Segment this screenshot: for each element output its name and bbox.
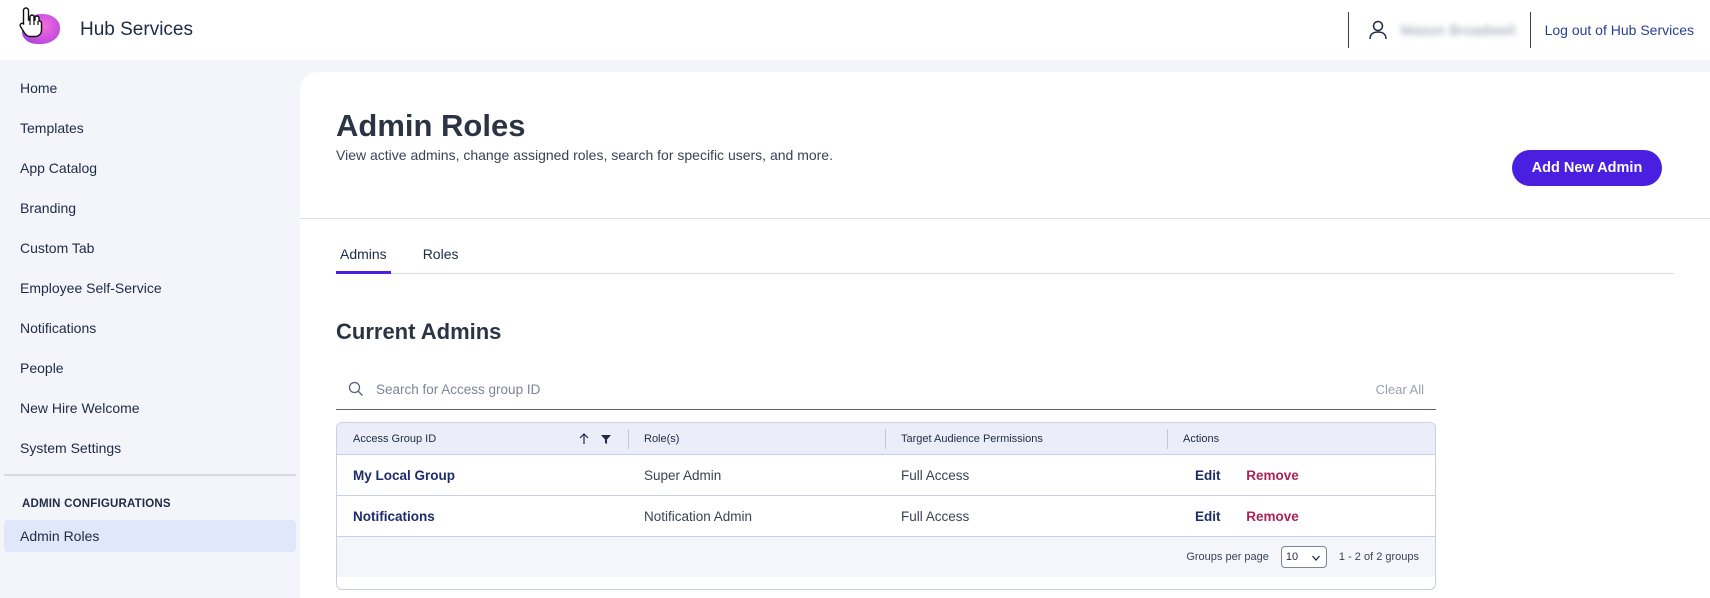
sort-ascending-icon[interactable] bbox=[578, 432, 590, 445]
top-bar: Hub Services Mason Broadwell Log out of … bbox=[0, 0, 1710, 60]
user-menu[interactable]: Mason Broadwell bbox=[1349, 19, 1530, 41]
sidebar-item-system-settings[interactable]: System Settings bbox=[0, 428, 300, 468]
tab-admins[interactable]: Admins bbox=[336, 244, 391, 274]
user-name: Mason Broadwell bbox=[1400, 22, 1516, 38]
search-bar: Clear All bbox=[336, 369, 1436, 410]
column-header-actions: Actions bbox=[1167, 423, 1435, 455]
permissions-cell: Full Access bbox=[901, 467, 970, 483]
permissions-cell: Full Access bbox=[901, 508, 970, 524]
role-cell: Notification Admin bbox=[644, 508, 753, 524]
per-page-label: Groups per page bbox=[1186, 551, 1269, 563]
sidebar-item-app-catalog[interactable]: App Catalog bbox=[0, 148, 300, 188]
table-row: My Local Group Super Admin Full Access E… bbox=[337, 455, 1435, 496]
admins-table: Access Group ID Role(s) Target Audience … bbox=[336, 422, 1436, 590]
per-page-value: 10 bbox=[1285, 551, 1299, 563]
actions-cell: Edit Remove bbox=[1167, 509, 1435, 524]
page-subtitle: View active admins, change assigned role… bbox=[336, 147, 833, 163]
add-new-admin-button[interactable]: Add New Admin bbox=[1512, 150, 1662, 186]
column-header-label: Access Group ID bbox=[353, 432, 437, 445]
per-page-select[interactable]: 10 bbox=[1280, 546, 1327, 568]
pagination-range: 1 - 2 of 2 groups bbox=[1338, 551, 1419, 563]
column-header-access-group-id: Access Group ID bbox=[337, 423, 628, 455]
page-title: Admin Roles bbox=[336, 108, 526, 143]
sidebar: Home Templates App Catalog Branding Cust… bbox=[0, 60, 300, 598]
header-right: Mason Broadwell Log out of Hub Services bbox=[1347, 0, 1710, 60]
column-header-target-audience-permissions: Target Audience Permissions bbox=[885, 423, 1167, 455]
access-group-link[interactable]: Notifications bbox=[337, 509, 628, 524]
user-icon bbox=[1368, 20, 1387, 40]
sidebar-item-admin-roles[interactable]: Admin Roles bbox=[4, 520, 296, 552]
table-row: Notifications Notification Admin Full Ac… bbox=[337, 496, 1435, 537]
remove-button[interactable]: Remove bbox=[1246, 468, 1299, 483]
sidebar-item-notifications[interactable]: Notifications bbox=[0, 308, 300, 348]
hand-cursor-icon bbox=[19, 7, 43, 38]
sidebar-item-custom-tab[interactable]: Custom Tab bbox=[0, 228, 300, 268]
search-icon bbox=[348, 381, 363, 396]
table-footer: Groups per page 10 1 - 2 of 2 groups bbox=[337, 537, 1435, 577]
table-header: Access Group ID Role(s) Target Audience … bbox=[337, 423, 1435, 455]
sidebar-item-employee-self-service[interactable]: Employee Self-Service bbox=[0, 268, 300, 308]
page-header: Admin Roles View active admins, change a… bbox=[300, 72, 1710, 219]
section-title: Current Admins bbox=[336, 319, 502, 344]
access-group-link[interactable]: My Local Group bbox=[337, 468, 628, 483]
app-title: Hub Services bbox=[80, 19, 193, 40]
edit-button[interactable]: Edit bbox=[1195, 468, 1221, 483]
sidebar-item-new-hire-welcome[interactable]: New Hire Welcome bbox=[0, 388, 300, 428]
tab-roles[interactable]: Roles bbox=[419, 244, 463, 274]
sidebar-item-templates[interactable]: Templates bbox=[0, 108, 300, 148]
sidebar-nav: Home Templates App Catalog Branding Cust… bbox=[0, 60, 300, 468]
main-panel: Admin Roles View active admins, change a… bbox=[300, 72, 1710, 598]
filter-icon[interactable] bbox=[600, 433, 612, 445]
column-header-roles: Role(s) bbox=[628, 423, 885, 455]
role-cell: Super Admin bbox=[644, 467, 722, 483]
sidebar-item-branding[interactable]: Branding bbox=[0, 188, 300, 228]
sidebar-section-label: ADMIN CONFIGURATIONS bbox=[22, 498, 171, 510]
column-header-controls bbox=[578, 423, 612, 455]
app-logo[interactable] bbox=[0, 0, 80, 60]
sidebar-divider bbox=[4, 474, 296, 476]
search-input[interactable] bbox=[376, 381, 1276, 397]
chevron-down-icon bbox=[1311, 555, 1320, 561]
logout-link[interactable]: Log out of Hub Services bbox=[1531, 22, 1710, 38]
remove-button[interactable]: Remove bbox=[1246, 509, 1299, 524]
edit-button[interactable]: Edit bbox=[1195, 509, 1221, 524]
tab-bar: Admins Roles bbox=[336, 244, 1674, 274]
clear-all-button[interactable]: Clear All bbox=[1376, 382, 1424, 397]
sidebar-item-home[interactable]: Home bbox=[0, 68, 300, 108]
actions-cell: Edit Remove bbox=[1167, 468, 1435, 483]
sidebar-item-people[interactable]: People bbox=[0, 348, 300, 388]
